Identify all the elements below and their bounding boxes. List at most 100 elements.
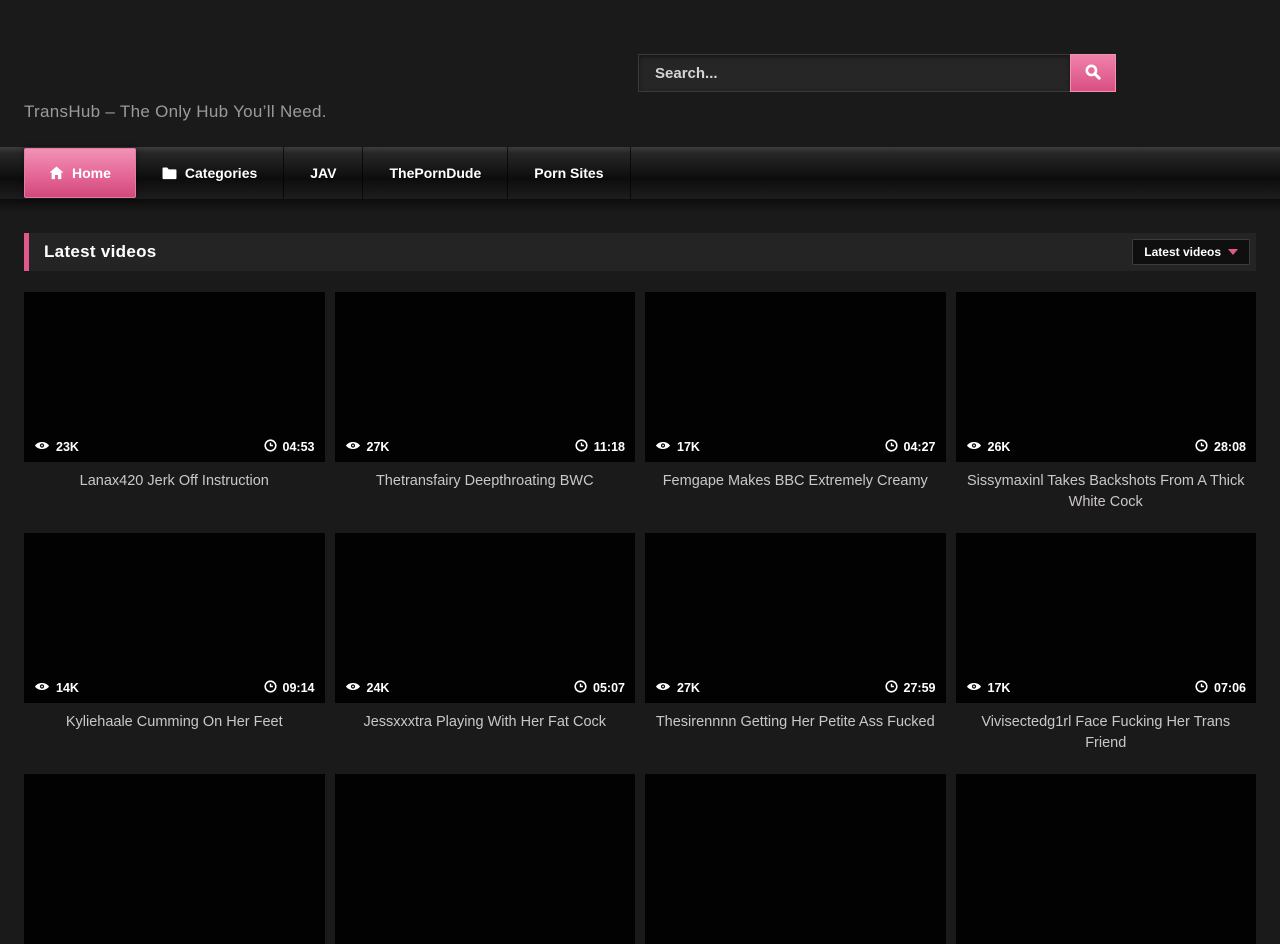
views-stat: 27K [345,440,390,454]
views-count: 27K [367,440,390,454]
video-title[interactable]: Jessxxxtra Playing With Her Fat Cock [335,703,636,774]
clock-icon [574,680,587,696]
video-title[interactable]: Kyliehaale Cumming On Her Feet [24,703,325,774]
nav-item-categories[interactable]: Categories [136,147,284,199]
video-card[interactable]: 23K 04:53 Lanax420 Jerk Off Instruction [24,292,325,533]
views-stat: 27K [655,681,700,695]
duration-stat: 04:27 [885,439,936,455]
views-count: 23K [56,440,79,454]
video-stats: 27K 27:59 [645,673,946,703]
views-stat: 24K [345,681,390,695]
nav-item-label: JAV [310,165,336,181]
clock-icon [1195,439,1208,455]
video-title[interactable]: Thetransfairy Deepthroating BWC [335,462,636,533]
video-card[interactable]: 27K 11:18 Thetransfairy Deepthroating BW… [335,292,636,533]
eye-icon [655,681,671,695]
nav-list: Home Categories JAV ThePornDude Porn Sit… [0,147,1280,199]
duration-stat: 05:07 [574,680,625,696]
video-stats: 17K 07:06 [956,673,1257,703]
section-header: Latest videos Latest videos [24,233,1256,271]
duration-value: 11:18 [594,440,625,454]
search-form [638,54,1116,92]
clock-icon [885,680,898,696]
views-stat: 14K [34,681,79,695]
views-count: 27K [677,681,700,695]
eye-icon [34,440,50,454]
video-stats: 17K 04:27 [645,432,946,462]
duration-value: 07:06 [1214,681,1246,695]
duration-value: 09:14 [283,681,315,695]
video-title[interactable]: Sissymaxinl Takes Backshots From A Thick… [956,462,1257,533]
duration-stat: 07:06 [1195,680,1246,696]
video-thumbnail[interactable]: 26K 28:08 [956,292,1257,462]
section-title: Latest videos [44,242,157,262]
search-button[interactable] [1070,54,1116,92]
clock-icon [1195,680,1208,696]
video-thumbnail[interactable]: 17K 04:27 [645,292,946,462]
video-stats: 27K 11:18 [335,432,636,462]
video-stats: 14K 09:14 [24,673,325,703]
clock-icon [885,439,898,455]
search-icon [1084,63,1102,84]
eye-icon [34,681,50,695]
video-card[interactable]: 27K 27:59 Thesirennnn Getting Her Petite… [645,533,946,774]
clock-icon [264,680,277,696]
duration-stat: 09:14 [264,680,315,696]
nav-item-label: Porn Sites [534,165,603,181]
duration-value: 04:27 [904,440,936,454]
video-grid: 23K 04:53 Lanax420 Jerk Off Instruction [24,292,1256,944]
home-icon [49,166,64,180]
views-stat: 23K [34,440,79,454]
video-title[interactable]: Vivisectedg1rl Face Fucking Her Trans Fr… [956,703,1257,774]
eye-icon [966,440,982,454]
folder-icon [162,167,177,180]
video-card[interactable]: 14K 09:14 Kyliehaale Cumming On Her Feet [24,533,325,774]
views-stat: 17K [655,440,700,454]
nav-item-label: Home [72,165,111,181]
eye-icon [345,681,361,695]
site-header: TransHub – The Only Hub You’ll Need. [0,0,1280,147]
video-card[interactable]: 26K 28:08 Sissymaxinl Takes Backshots Fr… [956,292,1257,533]
chevron-down-icon [1228,249,1238,255]
views-count: 17K [988,681,1011,695]
nav-item-label: ThePornDude [389,165,481,181]
video-thumbnail[interactable]: 23K 04:53 [24,292,325,462]
eye-icon [345,440,361,454]
video-card[interactable]: 17K 04:27 Femgape Makes BBC Extremely Cr… [645,292,946,533]
video-thumbnail[interactable]: 24K 05:07 [335,533,636,703]
clock-icon [264,439,277,455]
sort-dropdown-label: Latest videos [1144,245,1221,259]
video-stats: 24K 05:07 [335,673,636,703]
video-thumbnail[interactable]: 14K 09:14 [24,533,325,703]
site-tagline: TransHub – The Only Hub You’ll Need. [24,102,327,122]
video-thumbnail[interactable]: 27K 11:18 [335,292,636,462]
search-input[interactable] [638,54,1070,92]
views-count: 17K [677,440,700,454]
nav-item-porn-sites[interactable]: Porn Sites [508,147,630,199]
video-card[interactable]: 24K 05:07 Jessxxxtra Playing With Her Fa… [335,533,636,774]
nav-item-label: Categories [185,165,257,181]
video-title[interactable]: Femgape Makes BBC Extremely Creamy [645,462,946,533]
main-nav: Home Categories JAV ThePornDude Porn Sit… [0,147,1280,199]
duration-stat: 27:59 [885,680,936,696]
video-stats: 26K 28:08 [956,432,1257,462]
views-count: 26K [988,440,1011,454]
eye-icon [655,440,671,454]
sort-dropdown-button[interactable]: Latest videos [1132,239,1250,265]
duration-stat: 04:53 [264,439,315,455]
video-title[interactable]: Thesirennnn Getting Her Petite Ass Fucke… [645,703,946,774]
nav-item-jav[interactable]: JAV [284,147,363,199]
nav-item-theporndude[interactable]: ThePornDude [363,147,508,199]
clock-icon [575,439,588,455]
video-thumbnail[interactable]: 27K 27:59 [645,533,946,703]
eye-icon [966,681,982,695]
video-card[interactable]: 17K 07:06 Vivisectedg1rl Face Fucking He… [956,533,1257,774]
views-stat: 26K [966,440,1011,454]
duration-value: 05:07 [593,681,625,695]
video-title[interactable]: Lanax420 Jerk Off Instruction [24,462,325,533]
duration-value: 28:08 [1214,440,1246,454]
nav-item-home[interactable]: Home [24,148,136,198]
video-stats: 23K 04:53 [24,432,325,462]
duration-value: 27:59 [904,681,936,695]
video-thumbnail[interactable]: 17K 07:06 [956,533,1257,703]
